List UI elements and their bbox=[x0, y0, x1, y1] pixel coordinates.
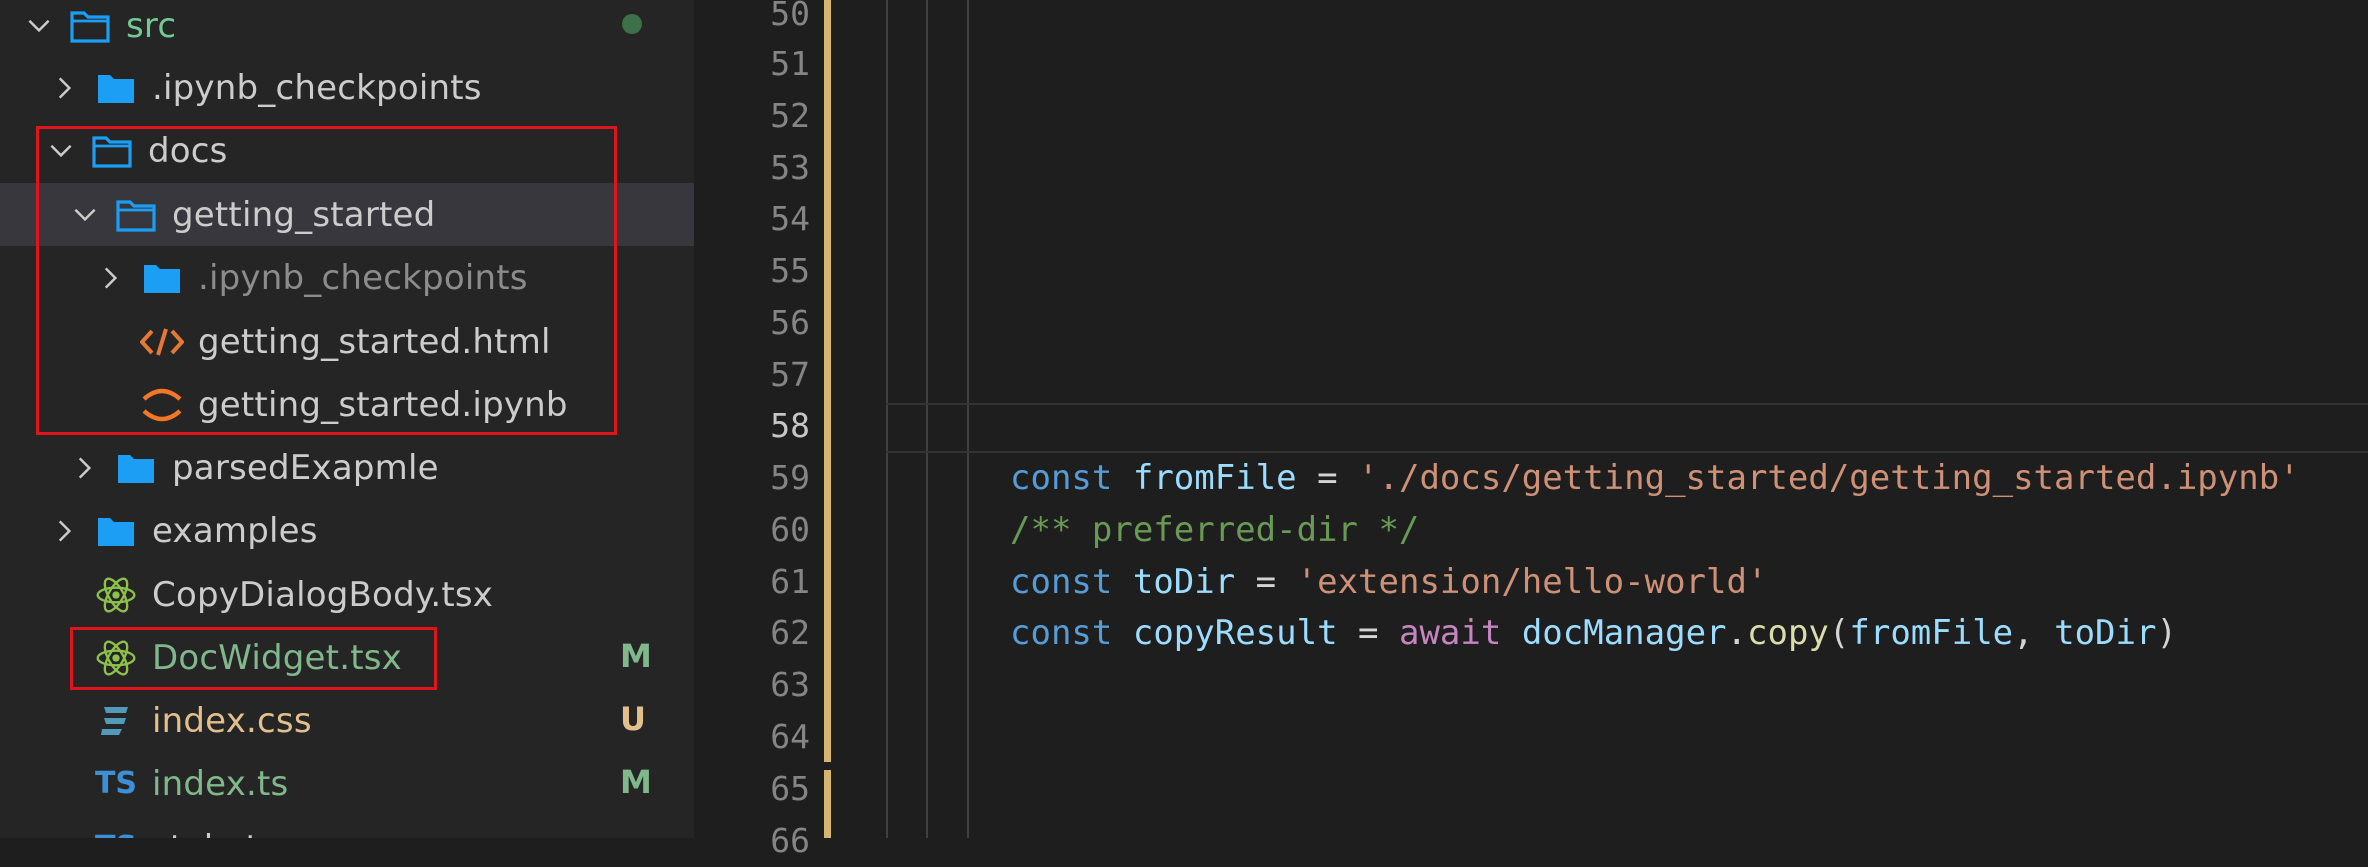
tree-item-ipynb-checkpoints[interactable]: .ipynb_checkpoints bbox=[0, 56, 694, 119]
git-change-marker bbox=[824, 0, 831, 762]
tree-item-label: parsedExapmle bbox=[172, 447, 439, 488]
css-icon bbox=[94, 699, 138, 743]
string-literal: './docs/getting_started/getting_started.… bbox=[1358, 458, 2300, 498]
await-keyword: await bbox=[1398, 613, 1502, 653]
git-untracked-badge: U bbox=[620, 700, 646, 738]
tree-item-style-ts[interactable]: TS style.ts bbox=[0, 816, 694, 839]
identifier: docManager bbox=[1521, 613, 1727, 653]
typescript-icon: TS bbox=[94, 826, 138, 838]
typescript-icon: TS bbox=[94, 766, 138, 801]
paren: ( bbox=[1828, 613, 1850, 653]
highlight-box-docs bbox=[36, 126, 617, 435]
line-number: 61 bbox=[770, 562, 810, 601]
line-number: 52 bbox=[770, 96, 810, 135]
chevron-right-icon bbox=[50, 516, 80, 546]
line-number: 51 bbox=[770, 44, 810, 83]
tree-item-label: .ipynb_checkpoints bbox=[152, 67, 482, 108]
current-line-highlight bbox=[886, 403, 2368, 453]
identifier: fromFile bbox=[1132, 458, 1297, 498]
line-number: 50 bbox=[770, 0, 810, 33]
keyword: const bbox=[1010, 613, 1113, 653]
line-number: 65 bbox=[770, 769, 810, 808]
line-number: 62 bbox=[770, 613, 810, 652]
tree-item-label: style.ts bbox=[152, 828, 277, 839]
chevron-right-icon bbox=[70, 453, 100, 483]
tree-item-src[interactable]: src bbox=[0, 0, 694, 57]
identifier: toDir bbox=[1132, 562, 1236, 602]
keyword: const bbox=[1010, 458, 1113, 498]
identifier: toDir bbox=[2054, 613, 2157, 653]
chevron-right-icon bbox=[50, 73, 80, 103]
folder-icon bbox=[94, 66, 138, 110]
folder-icon bbox=[114, 446, 158, 490]
line-number: 59 bbox=[770, 458, 810, 497]
line-number: 64 bbox=[770, 717, 810, 756]
tree-item-index-ts[interactable]: TS index.ts bbox=[0, 752, 694, 815]
string-literal: 'extension/hello-world' bbox=[1296, 562, 1768, 602]
highlight-box-docwidget bbox=[70, 627, 437, 690]
chevron-down-icon bbox=[24, 11, 54, 41]
line-number: 60 bbox=[770, 510, 810, 549]
code-line-61[interactable]: const toDir = 'extension/hello-world' bbox=[1010, 556, 1767, 608]
git-status-dot bbox=[622, 14, 642, 34]
line-number-active: 58 bbox=[770, 406, 810, 445]
tree-item-label: src bbox=[126, 5, 177, 46]
tree-item-label: examples bbox=[152, 510, 318, 551]
operator: = bbox=[1296, 458, 1359, 498]
comma: , bbox=[2013, 613, 2055, 653]
tree-item-label: CopyDialogBody.tsx bbox=[152, 574, 494, 615]
paren: ) bbox=[2156, 613, 2177, 653]
line-number: 54 bbox=[770, 199, 810, 238]
code-line-60[interactable]: /** preferred-dir */ bbox=[1010, 504, 1419, 556]
tree-item-label: index.ts bbox=[152, 763, 289, 804]
git-modified-badge: M bbox=[620, 637, 652, 675]
file-explorer: src .ipynb_checkpoints docs getting_star… bbox=[0, 0, 694, 838]
line-number: 53 bbox=[770, 148, 810, 187]
git-change-marker bbox=[824, 770, 831, 838]
react-icon bbox=[94, 573, 138, 617]
line-number: 56 bbox=[770, 303, 810, 342]
tree-item-parsed-example[interactable]: parsedExapmle bbox=[0, 436, 694, 499]
folder-icon bbox=[94, 509, 138, 553]
operator: = bbox=[1235, 562, 1297, 602]
line-number: 57 bbox=[770, 355, 810, 394]
code-line-59[interactable]: const fromFile = './docs/getting_started… bbox=[1010, 452, 2300, 504]
code-line-62[interactable]: const copyResult = await docManager.copy… bbox=[1010, 607, 2177, 659]
tree-item-label: index.css bbox=[152, 700, 312, 741]
tree-item-copy-dialog-body[interactable]: CopyDialogBody.tsx bbox=[0, 563, 694, 626]
line-number: 55 bbox=[770, 251, 810, 290]
folder-open-icon bbox=[68, 4, 112, 48]
function-name: copy bbox=[1747, 613, 1829, 653]
comment: /** preferred-dir */ bbox=[1010, 510, 1420, 550]
tree-item-index-css[interactable]: index.css bbox=[0, 689, 694, 752]
operator: = bbox=[1337, 613, 1399, 653]
identifier: copyResult bbox=[1132, 613, 1338, 653]
line-number: 63 bbox=[770, 665, 810, 704]
identifier: fromFile bbox=[1849, 613, 2014, 653]
tree-item-examples[interactable]: examples bbox=[0, 499, 694, 562]
git-modified-badge: M bbox=[620, 763, 652, 801]
keyword: const bbox=[1010, 562, 1113, 602]
line-number: 66 bbox=[770, 821, 810, 860]
dot: . bbox=[1726, 613, 1747, 653]
